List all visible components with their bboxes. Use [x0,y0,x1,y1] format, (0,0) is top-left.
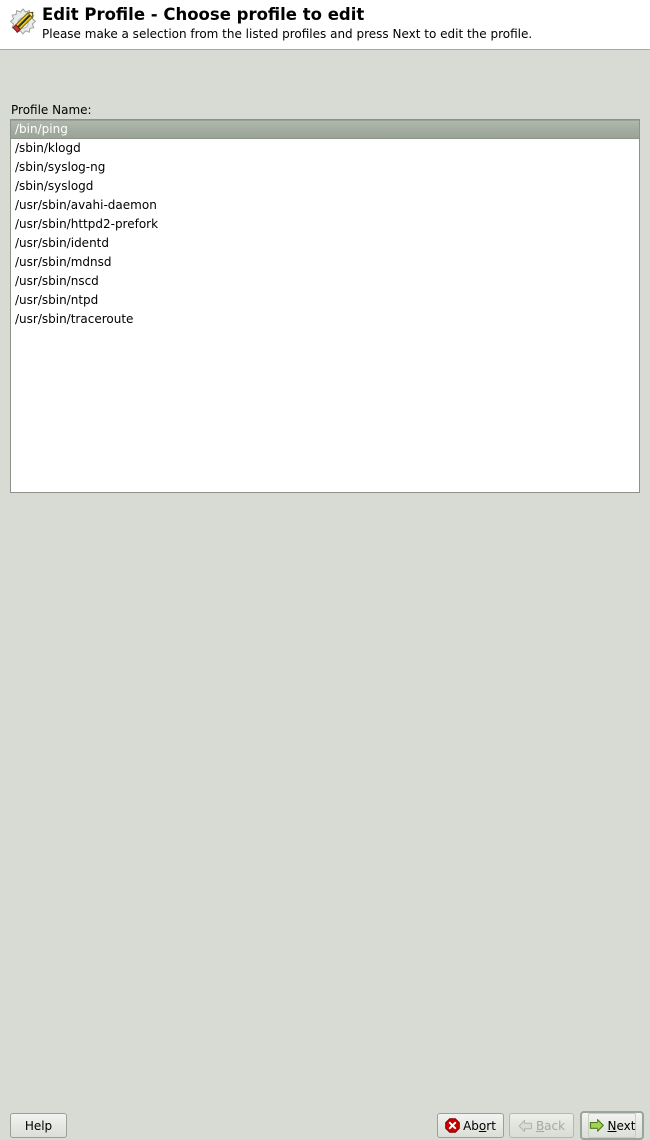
list-item-label: /usr/sbin/traceroute [15,312,134,326]
list-item-label: /usr/sbin/ntpd [15,293,99,307]
list-item[interactable]: /sbin/klogd [11,139,639,158]
list-item[interactable]: /usr/sbin/traceroute [11,310,639,329]
list-item-label: /usr/sbin/avahi-daemon [15,198,157,212]
list-item-label: /usr/sbin/mdnsd [15,255,112,269]
list-item-label: /usr/sbin/httpd2-prefork [15,217,159,231]
list-item-label: /usr/sbin/identd [15,236,109,250]
dialog-header: Edit Profile - Choose profile to edit Pl… [0,0,650,50]
list-item[interactable]: /usr/sbin/ntpd [11,291,639,310]
list-item[interactable]: /bin/ping [11,120,639,139]
page-subtitle: Please make a selection from the listed … [42,27,533,41]
profile-name-label: Profile Name: [11,103,92,117]
profile-list[interactable]: /bin/ping/sbin/klogd/sbin/syslog-ng/sbin… [10,119,640,493]
dialog-footer: Help Abort Back Next [0,548,650,1140]
help-button[interactable]: Help [10,1113,67,1138]
next-button-label: Next [607,1118,636,1133]
list-item-label: /bin/ping [15,122,68,136]
arrow-right-icon [589,1118,605,1133]
edit-profile-pencil-icon [6,6,40,40]
page-title: Edit Profile - Choose profile to edit [42,5,365,24]
list-item[interactable]: /sbin/syslogd [11,177,639,196]
header-text-block: Edit Profile - Choose profile to edit Pl… [42,5,650,42]
list-item[interactable]: /usr/sbin/identd [11,234,639,253]
abort-button-label: Abort [463,1118,496,1133]
list-item-label: /sbin/syslog-ng [15,160,106,174]
next-button[interactable]: Next [580,1111,644,1140]
list-item[interactable]: /usr/sbin/mdnsd [11,253,639,272]
list-item-label: /sbin/klogd [15,141,81,155]
list-item[interactable]: /usr/sbin/httpd2-prefork [11,215,639,234]
list-item[interactable]: /usr/sbin/avahi-daemon [11,196,639,215]
list-item[interactable]: /usr/sbin/nscd [11,272,639,291]
abort-stop-icon [445,1118,460,1133]
help-button-label: Help [24,1118,53,1133]
back-button[interactable]: Back [509,1113,574,1138]
list-item[interactable]: /sbin/syslog-ng [11,158,639,177]
abort-button[interactable]: Abort [437,1113,504,1138]
arrow-left-icon [518,1119,533,1133]
list-item-label: /usr/sbin/nscd [15,274,99,288]
dialog-body: Profile Name: /bin/ping/sbin/klogd/sbin/… [0,51,650,548]
list-item-label: /sbin/syslogd [15,179,94,193]
back-button-label: Back [535,1118,566,1133]
